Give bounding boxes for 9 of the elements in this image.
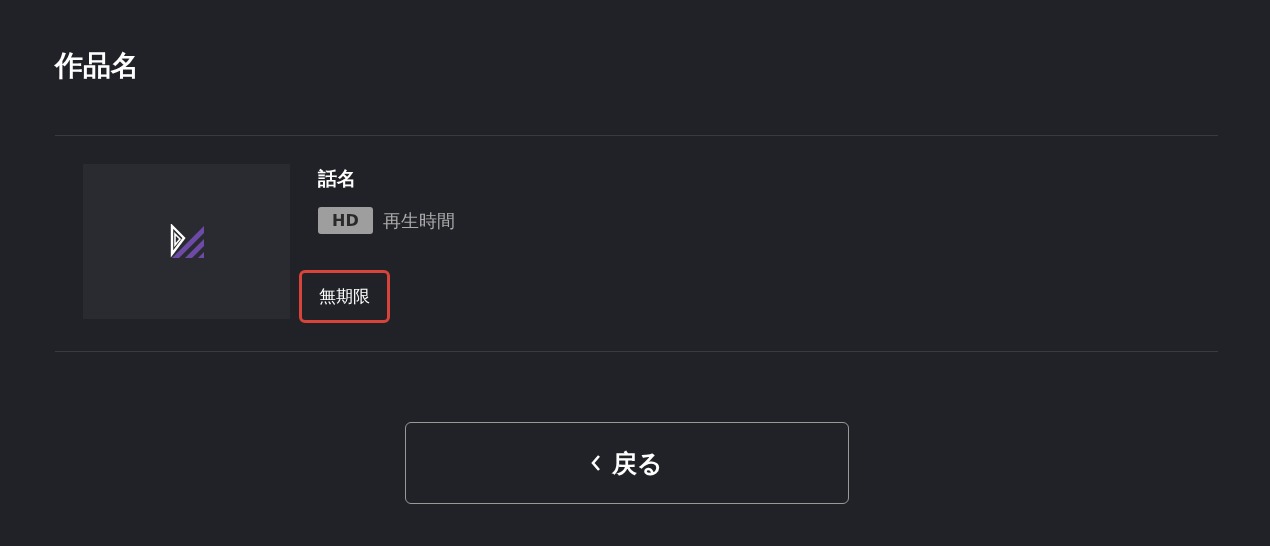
episode-title: 話名: [318, 166, 357, 191]
quality-badge: HD: [318, 207, 373, 234]
expiry-label: 無期限: [299, 270, 390, 323]
page-title: 作品名: [55, 48, 140, 84]
chevron-left-icon: [590, 454, 602, 472]
back-button[interactable]: 戻る: [404, 422, 849, 504]
duration-label: 再生時間: [382, 208, 455, 233]
logo-icon: [168, 223, 205, 260]
thumbnail[interactable]: [83, 164, 290, 319]
